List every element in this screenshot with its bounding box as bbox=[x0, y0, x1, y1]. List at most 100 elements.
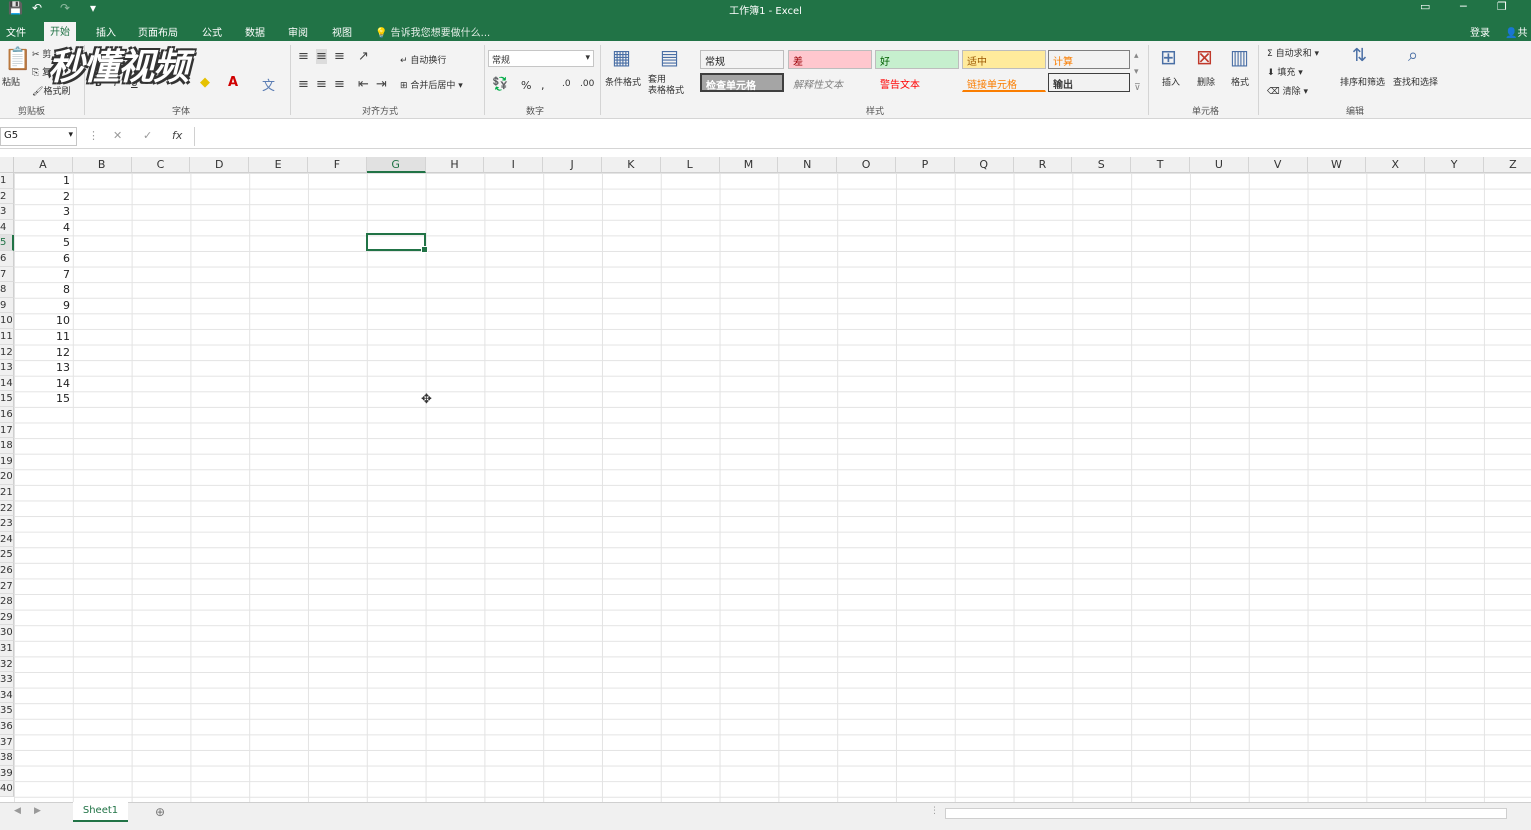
comma-button[interactable]: , bbox=[541, 79, 545, 92]
column-header[interactable]: T bbox=[1131, 157, 1190, 173]
tab-view[interactable]: 视图 bbox=[326, 23, 358, 40]
style-output[interactable]: 输出 bbox=[1048, 73, 1130, 92]
enter-icon[interactable]: ✓ bbox=[143, 129, 152, 142]
align-bottom-icon[interactable]: ≡ bbox=[334, 49, 345, 64]
row-header[interactable]: 3 bbox=[0, 204, 14, 220]
style-explanatory[interactable]: 解释性文本 bbox=[788, 73, 872, 92]
formula-input[interactable] bbox=[194, 127, 1531, 146]
row-header[interactable]: 37 bbox=[0, 734, 14, 751]
row-header[interactable]: 15 bbox=[0, 391, 14, 407]
column-header[interactable]: Y bbox=[1425, 157, 1484, 173]
delete-cells-button[interactable]: 删除 bbox=[1197, 75, 1215, 88]
column-header[interactable]: L bbox=[660, 157, 720, 173]
cell-value[interactable]: 9 bbox=[14, 298, 72, 314]
row-header[interactable]: 28 bbox=[0, 594, 14, 610]
align-top-icon[interactable]: ≡ bbox=[298, 49, 309, 64]
fill-color-icon[interactable]: ◆ bbox=[200, 75, 210, 90]
row-header[interactable]: 17 bbox=[0, 422, 14, 439]
increase-decimal-button[interactable]: .0 bbox=[562, 79, 571, 89]
column-header[interactable]: B bbox=[72, 157, 132, 173]
column-header[interactable]: E bbox=[249, 157, 308, 173]
row-header[interactable]: 14 bbox=[0, 375, 14, 392]
horizontal-scrollbar[interactable] bbox=[945, 808, 1507, 819]
column-header[interactable]: R bbox=[1013, 157, 1073, 173]
column-header[interactable]: G bbox=[366, 157, 426, 173]
row-header[interactable]: 40 bbox=[0, 781, 14, 797]
insert-cells-button[interactable]: 插入 bbox=[1162, 75, 1180, 88]
column-header[interactable]: H bbox=[425, 157, 485, 173]
row-header[interactable]: 34 bbox=[0, 687, 14, 704]
insert-function-icon[interactable]: fx bbox=[172, 129, 182, 142]
paste-icon[interactable]: 📋 bbox=[4, 47, 31, 72]
row-header[interactable]: 22 bbox=[0, 500, 14, 517]
format-cells-button[interactable]: 格式 bbox=[1231, 75, 1249, 88]
row-header[interactable]: 39 bbox=[0, 765, 14, 782]
table-format-button[interactable]: 套用 表格格式 bbox=[648, 75, 684, 97]
row-header[interactable]: 18 bbox=[0, 438, 14, 454]
row-header[interactable]: 19 bbox=[0, 453, 14, 470]
cell-value[interactable]: 11 bbox=[14, 329, 72, 345]
row-header[interactable]: 11 bbox=[0, 329, 14, 345]
row-header[interactable]: 21 bbox=[0, 485, 14, 501]
minimize-icon[interactable]: ─ bbox=[1460, 0, 1467, 13]
restore-icon[interactable]: ❐ bbox=[1497, 0, 1507, 13]
style-check-cell[interactable]: 检查单元格 bbox=[700, 73, 784, 92]
insert-cells-icon[interactable]: ⊞ bbox=[1160, 45, 1177, 69]
tell-me-search[interactable]: 💡 告诉我您想要做什么... bbox=[375, 24, 490, 39]
prev-sheet-icon[interactable]: ◀ bbox=[14, 806, 21, 816]
row-header[interactable]: 5 bbox=[0, 235, 14, 251]
autosum-button[interactable]: Σ 自动求和 ▾ bbox=[1267, 46, 1319, 59]
row-header[interactable]: 33 bbox=[0, 672, 14, 688]
column-header[interactable]: Q bbox=[954, 157, 1014, 173]
currency-icon[interactable]: 💱 bbox=[492, 77, 508, 92]
column-header[interactable]: O bbox=[837, 157, 896, 173]
row-header[interactable]: 20 bbox=[0, 469, 14, 485]
styles-more-icon[interactable]: ⊽ bbox=[1134, 83, 1141, 93]
increase-indent-icon[interactable]: ⇥ bbox=[376, 77, 387, 92]
cell-value[interactable]: 8 bbox=[14, 282, 72, 298]
row-header[interactable]: 24 bbox=[0, 531, 14, 548]
column-header[interactable]: W bbox=[1307, 157, 1367, 173]
styles-scroll-down-icon[interactable]: ▾ bbox=[1134, 67, 1139, 77]
cell-value[interactable]: 15 bbox=[14, 391, 72, 407]
row-header[interactable]: 35 bbox=[0, 703, 14, 719]
select-all-corner[interactable] bbox=[0, 157, 14, 173]
sort-filter-icon[interactable]: ⇅ bbox=[1352, 45, 1367, 66]
active-cell-g5[interactable] bbox=[366, 233, 428, 253]
row-header[interactable]: 13 bbox=[0, 360, 14, 376]
tab-file[interactable]: 文件 bbox=[0, 23, 32, 40]
name-box[interactable]: G5 ▾ bbox=[0, 127, 77, 146]
column-header[interactable]: K bbox=[602, 157, 661, 173]
row-header[interactable]: 23 bbox=[0, 516, 14, 532]
merge-center-button[interactable]: ⊞ 合并后居中 ▾ bbox=[400, 78, 463, 91]
cell-value[interactable]: 13 bbox=[14, 360, 72, 376]
clear-button[interactable]: ⌫ 清除 ▾ bbox=[1267, 84, 1308, 97]
style-bad[interactable]: 差 bbox=[788, 50, 872, 69]
share-button[interactable]: 👤共 bbox=[1505, 24, 1527, 39]
tab-formulas[interactable]: 公式 bbox=[196, 23, 228, 40]
row-header[interactable]: 27 bbox=[0, 578, 14, 595]
column-header[interactable]: X bbox=[1366, 157, 1426, 173]
row-header[interactable]: 16 bbox=[0, 407, 14, 423]
cell-value[interactable]: 3 bbox=[14, 204, 72, 220]
decrease-decimal-button[interactable]: .00 bbox=[580, 79, 594, 89]
row-header[interactable]: 7 bbox=[0, 266, 14, 283]
wrap-text-button[interactable]: ↵ 自动换行 bbox=[400, 53, 446, 66]
style-normal[interactable]: 常规 bbox=[700, 50, 784, 69]
cancel-icon[interactable]: ✕ bbox=[113, 129, 122, 142]
conditional-format-icon[interactable]: ▦ bbox=[612, 45, 631, 69]
row-header[interactable]: 4 bbox=[0, 219, 14, 236]
cell-area[interactable] bbox=[14, 173, 1531, 802]
conditional-format-button[interactable]: 条件格式 bbox=[605, 75, 641, 88]
column-header[interactable]: U bbox=[1190, 157, 1249, 173]
add-sheet-icon[interactable]: ⊕ bbox=[155, 805, 165, 819]
cell-value[interactable]: 10 bbox=[14, 313, 72, 329]
tab-review[interactable]: 审阅 bbox=[282, 23, 314, 40]
sort-filter-button[interactable]: 排序和筛选 bbox=[1340, 75, 1385, 88]
cell-value[interactable]: 12 bbox=[14, 345, 72, 361]
column-header[interactable]: S bbox=[1072, 157, 1132, 173]
style-neutral[interactable]: 适中 bbox=[962, 50, 1046, 69]
row-header[interactable]: 10 bbox=[0, 313, 14, 329]
column-header[interactable]: C bbox=[131, 157, 191, 173]
sign-in-link[interactable]: 登录 bbox=[1470, 24, 1490, 39]
